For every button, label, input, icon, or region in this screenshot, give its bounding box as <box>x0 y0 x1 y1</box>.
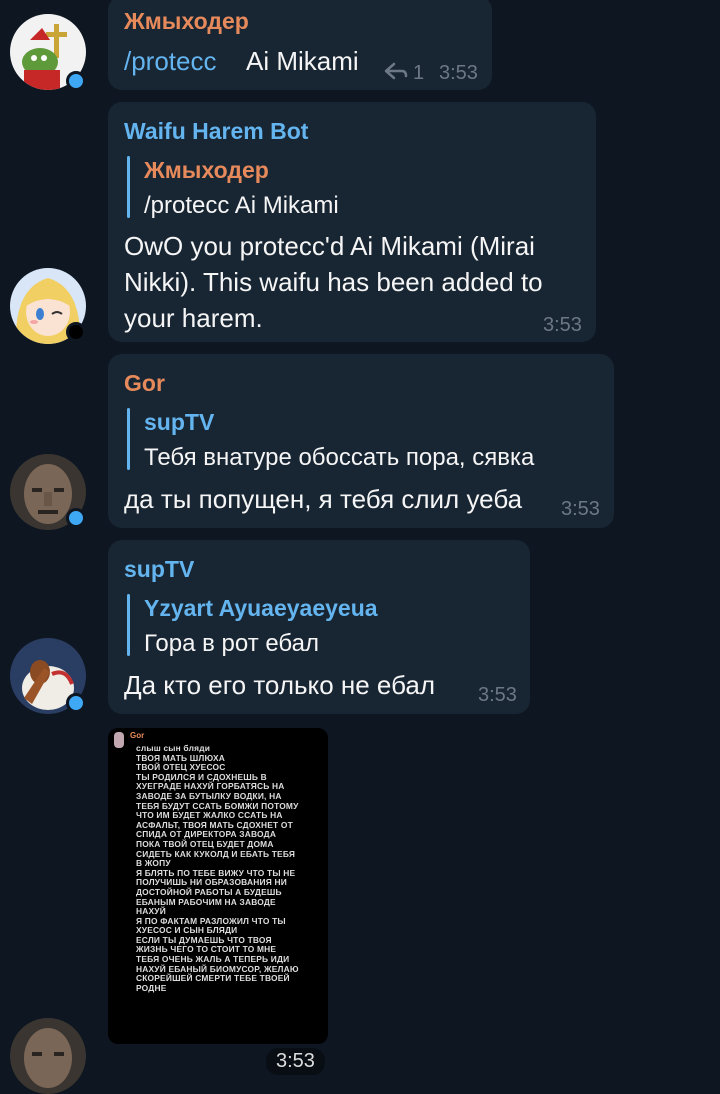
sender-name[interactable]: Gor <box>124 370 165 397</box>
message-time: 3:53 <box>266 1048 325 1075</box>
online-indicator <box>66 508 86 528</box>
reply-quote-sender[interactable]: Yzyart Ayuaeyaeyeua <box>144 595 378 622</box>
photo-text: слыш сын бляди ТВОЯ МАТЬ ШЛЮХА ТВОЙ ОТЕЦ… <box>136 743 299 993</box>
message-time: 3:53 <box>543 314 582 336</box>
message-line: Nikki). This waifu has been added to <box>124 267 543 297</box>
sender-name[interactable]: supTV <box>124 556 194 583</box>
reply-quote-text[interactable]: /protecc Ai Mikami <box>144 192 339 220</box>
status-indicator <box>66 322 86 342</box>
avatar-gor[interactable] <box>10 1018 86 1094</box>
photo-screenshot[interactable]: Gor слыш сын бляди ТВОЯ МАТЬ ШЛЮХА ТВОЙ … <box>108 728 328 1044</box>
message-time: 3:53 <box>478 684 517 706</box>
reply-quote-sender[interactable]: Жмыходер <box>144 157 269 184</box>
reply-quote-text[interactable]: Тебя внатуре обоссать пора, сявка <box>144 444 534 472</box>
photo-sender-avatar-icon <box>114 732 124 748</box>
photo-sender-name: Gor <box>130 731 145 740</box>
reply-quote-bar <box>127 408 130 470</box>
message-text: да ты попущен, я тебя слил уеба <box>124 484 523 514</box>
sender-name[interactable]: Waifu Harem Bot <box>124 118 308 145</box>
reply-quote-sender[interactable]: supTV <box>144 409 214 436</box>
message-text: Да кто его только не ебал <box>124 670 436 700</box>
online-indicator <box>66 693 86 713</box>
reply-count[interactable]: 1 <box>413 62 424 85</box>
message-line: OwO you protecc'd Ai Mikami (Mirai <box>124 231 535 261</box>
message-text: Ai Mikami <box>246 46 359 76</box>
reply-quote-bar <box>127 594 130 656</box>
message-time: 3:53 <box>561 498 600 520</box>
message-line: your harem. <box>124 303 263 333</box>
online-indicator <box>66 71 86 91</box>
sender-name[interactable]: Жмыходер <box>124 8 249 35</box>
reply-arrow-icon[interactable] <box>384 62 408 85</box>
reply-quote-bar <box>127 156 130 218</box>
message-time: 3:53 <box>439 62 478 84</box>
reply-quote-text[interactable]: Гора в рот ебал <box>144 630 319 658</box>
command-link[interactable]: /protecc <box>124 46 217 77</box>
message-text: OwO you protecc'd Ai Mikami (Mirai Nikki… <box>124 228 543 336</box>
